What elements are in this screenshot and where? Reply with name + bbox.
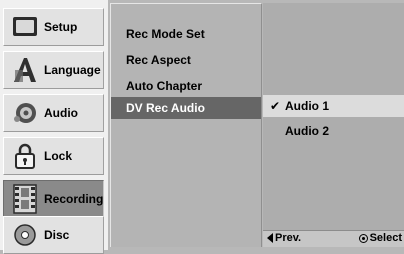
tab-audio[interactable]: Audio bbox=[3, 94, 104, 132]
tab-label: Disc bbox=[44, 228, 70, 242]
prev-hint[interactable]: Prev. bbox=[267, 232, 301, 244]
enter-button-icon bbox=[358, 233, 368, 243]
option-label: Audio 1 bbox=[285, 99, 329, 113]
tab-label: Language bbox=[44, 63, 101, 77]
recording-setup-screen: Setup Language Audio Lock Recording Disc… bbox=[0, 0, 404, 254]
lock-icon bbox=[12, 142, 38, 170]
recording-menu: Rec Mode Set Rec Aspect Auto Chapter DV … bbox=[110, 3, 262, 247]
option-label: Audio 2 bbox=[285, 124, 329, 138]
menu-item-rec-aspect[interactable]: Rec Aspect bbox=[111, 49, 261, 71]
select-label: Select bbox=[369, 232, 402, 244]
tab-disc[interactable]: Disc bbox=[3, 216, 104, 254]
option-audio-2[interactable]: Audio 2 bbox=[263, 120, 404, 142]
language-icon bbox=[12, 56, 38, 84]
speaker-icon bbox=[12, 99, 38, 127]
tab-lock[interactable]: Lock bbox=[3, 137, 104, 175]
option-audio-1[interactable]: ✔ Audio 1 bbox=[263, 95, 404, 117]
film-icon bbox=[12, 184, 38, 214]
prev-label: Prev. bbox=[275, 232, 302, 244]
tab-label: Setup bbox=[44, 20, 78, 34]
sidebar: Setup Language Audio Lock Recording Disc bbox=[0, 0, 108, 254]
menu-item-dv-rec-audio[interactable]: DV Rec Audio bbox=[111, 97, 261, 119]
footer-hints: Prev. Select bbox=[263, 230, 404, 247]
tab-setup[interactable]: Setup bbox=[3, 8, 104, 46]
disc-icon bbox=[12, 221, 38, 249]
left-arrow-icon bbox=[267, 233, 273, 243]
menu-item-rec-mode-set[interactable]: Rec Mode Set bbox=[111, 23, 261, 45]
tv-icon bbox=[12, 13, 38, 41]
tab-language[interactable]: Language bbox=[3, 51, 104, 89]
tab-label: Lock bbox=[44, 149, 73, 163]
tab-label: Audio bbox=[44, 106, 78, 120]
tab-label: Recording bbox=[44, 192, 104, 206]
tab-recording[interactable]: Recording bbox=[3, 180, 104, 218]
select-hint[interactable]: Select bbox=[358, 232, 402, 244]
checkmark-icon: ✔ bbox=[269, 99, 281, 113]
options-panel: ✔ Audio 1 Audio 2 bbox=[263, 3, 404, 247]
menu-item-auto-chapter[interactable]: Auto Chapter bbox=[111, 75, 261, 97]
